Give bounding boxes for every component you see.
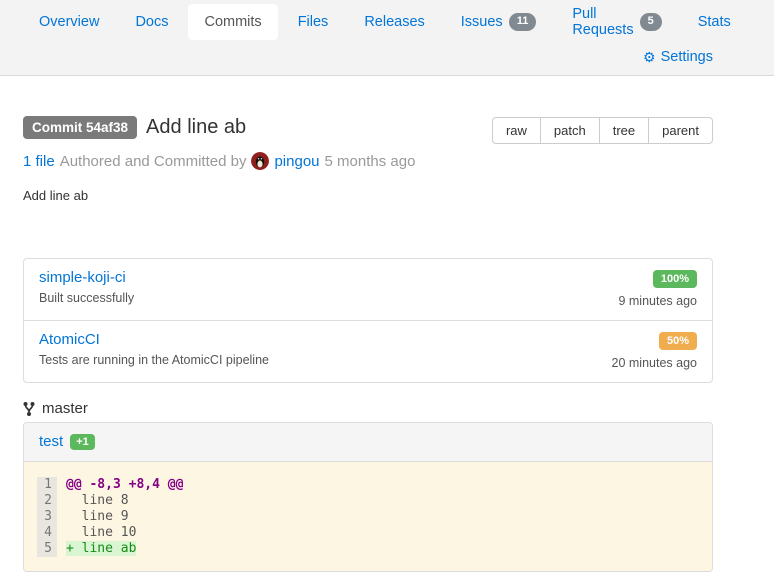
ci-percent-badge: 50% xyxy=(659,332,697,350)
settings-link-label: Settings xyxy=(661,49,713,65)
ci-status-text: Tests are running in the AtomicCI pipeli… xyxy=(39,353,269,367)
additions-badge: +1 xyxy=(70,434,95,450)
pull-requests-count-badge: 5 xyxy=(640,13,662,30)
settings-row: ⚙ Settings xyxy=(23,40,713,74)
branch-heading: master xyxy=(23,400,713,417)
diff-panel: test +1 1 @@ -8,3 +8,4 @@ 2 line 8 3 lin… xyxy=(23,422,713,572)
gear-icon: ⚙ xyxy=(643,50,656,64)
diff-line: 1 @@ -8,3 +8,4 @@ xyxy=(37,477,697,493)
context-line: line 8 xyxy=(57,493,129,509)
ci-status-text: Built successfully xyxy=(39,291,134,305)
commit-hash-badge: Commit 54af38 xyxy=(23,116,137,139)
commit-page: Commit 54af38 Add line ab raw patch tree… xyxy=(23,116,713,572)
line-number: 1 xyxy=(37,477,57,493)
ci-row-right: 50% 20 minutes ago xyxy=(612,331,697,370)
commit-message: Add line ab xyxy=(23,188,713,203)
diff-line: 2 line 8 xyxy=(37,493,697,509)
diff-body: 1 @@ -8,3 +8,4 @@ 2 line 8 3 line 9 4 li… xyxy=(24,462,712,571)
tab-commits[interactable]: Commits xyxy=(188,4,277,40)
ci-row-left: simple-koji-ci Built successfully xyxy=(39,269,134,308)
commit-byline: 1 file Authored and Committed by pingou … xyxy=(23,152,713,170)
added-line: + line ab xyxy=(57,541,136,557)
ci-status-panel: simple-koji-ci Built successfully 100% 9… xyxy=(23,258,713,383)
tab-issues-label: Issues xyxy=(461,14,503,30)
commit-header: Commit 54af38 Add line ab raw patch tree… xyxy=(23,116,713,144)
diff-file-link[interactable]: test xyxy=(39,433,63,450)
ci-time: 20 minutes ago xyxy=(612,356,697,370)
ci-row-atomicci: AtomicCI Tests are running in the Atomic… xyxy=(24,320,712,382)
branch-name: master xyxy=(42,400,88,417)
hunk-header: @@ -8,3 +8,4 @@ xyxy=(57,477,183,493)
tab-releases[interactable]: Releases xyxy=(348,4,440,40)
patch-button[interactable]: patch xyxy=(540,117,600,144)
commit-title-group: Commit 54af38 Add line ab xyxy=(23,116,246,139)
line-number: 5 xyxy=(37,541,57,557)
diff-line: 5 + line ab xyxy=(37,541,697,557)
line-number: 3 xyxy=(37,509,57,525)
tab-issues[interactable]: Issues 11 xyxy=(445,4,553,40)
line-number: 2 xyxy=(37,493,57,509)
tab-files[interactable]: Files xyxy=(282,4,345,40)
added-line-text: + line ab xyxy=(66,541,136,556)
diff-line: 3 line 9 xyxy=(37,509,697,525)
tree-button[interactable]: tree xyxy=(599,117,649,144)
branch-icon xyxy=(23,401,35,417)
line-number: 4 xyxy=(37,525,57,541)
raw-button[interactable]: raw xyxy=(492,117,541,144)
tab-overview[interactable]: Overview xyxy=(23,4,115,40)
commit-action-buttons: raw patch tree parent xyxy=(492,117,713,144)
ci-row-simple-koji-ci: simple-koji-ci Built successfully 100% 9… xyxy=(24,259,712,320)
author-link[interactable]: pingou xyxy=(274,153,319,170)
ci-percent-badge: 100% xyxy=(653,270,697,288)
commit-time: 5 months ago xyxy=(325,153,416,170)
ci-name-link[interactable]: AtomicCI xyxy=(39,331,100,348)
avatar xyxy=(251,152,269,170)
ci-row-right: 100% 9 minutes ago xyxy=(618,269,697,308)
context-line: line 10 xyxy=(57,525,136,541)
top-navbar: Overview Docs Commits Files Releases Iss… xyxy=(0,0,774,76)
commit-title: Add line ab xyxy=(146,116,246,139)
ci-name-link[interactable]: simple-koji-ci xyxy=(39,269,126,286)
parent-button[interactable]: parent xyxy=(648,117,713,144)
tab-docs[interactable]: Docs xyxy=(119,4,184,40)
tab-stats[interactable]: Stats xyxy=(682,4,747,40)
diff-line: 4 line 10 xyxy=(37,525,697,541)
issues-count-badge: 11 xyxy=(509,13,537,30)
ci-row-left: AtomicCI Tests are running in the Atomic… xyxy=(39,331,269,370)
tab-pull-requests[interactable]: Pull Requests 5 xyxy=(556,4,677,40)
repo-nav-tabs: Overview Docs Commits Files Releases Iss… xyxy=(23,0,713,40)
files-changed-link[interactable]: 1 file xyxy=(23,153,55,170)
diff-file-header: test +1 xyxy=(24,423,712,462)
tab-pull-requests-label: Pull Requests xyxy=(572,6,633,38)
ci-time: 9 minutes ago xyxy=(618,294,697,308)
context-line: line 9 xyxy=(57,509,129,525)
byline-text: Authored and Committed by xyxy=(60,153,247,170)
settings-link[interactable]: ⚙ Settings xyxy=(643,49,713,65)
